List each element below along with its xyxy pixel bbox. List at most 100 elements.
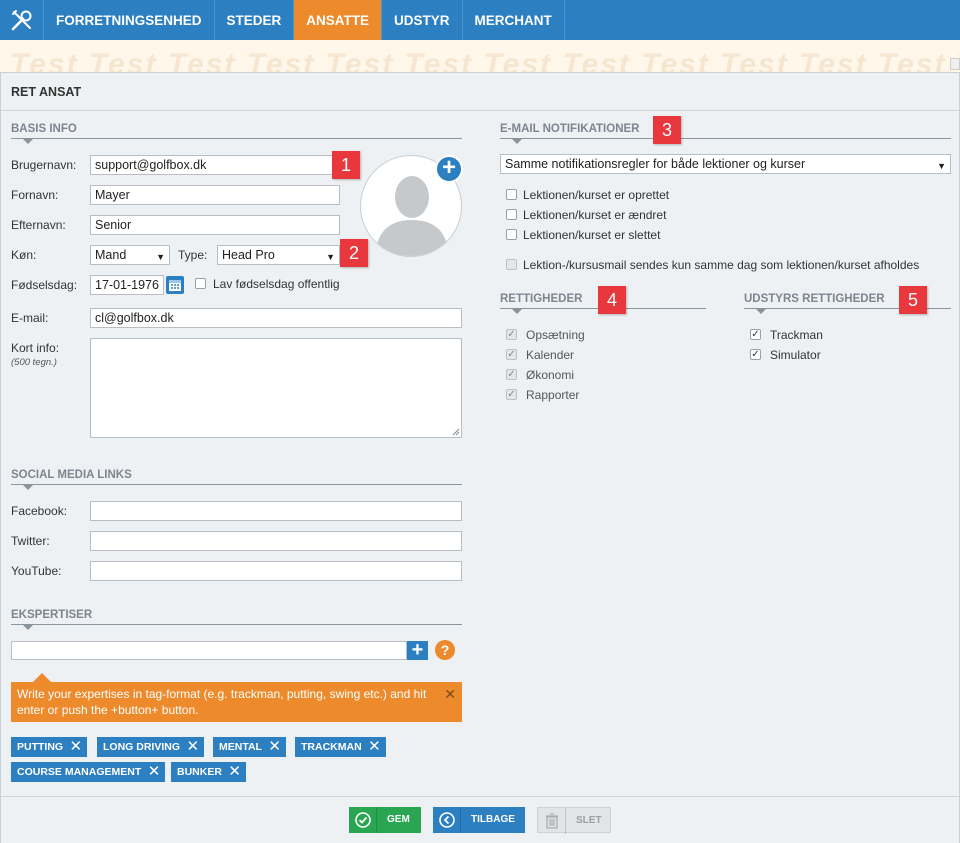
form-footer: GEM TILBAGE SLET	[1, 796, 959, 843]
tag-mental: MENTAL ✕	[213, 737, 286, 757]
birthday-label: Fødselsdag:	[11, 278, 78, 292]
right-calendar-label: Kalender	[526, 348, 575, 362]
email-input[interactable]: cl@golfbox.dk	[90, 308, 462, 328]
shortinfo-label: Kort info:	[11, 341, 60, 355]
expertise-tooltip: Write your expertises in tag-format (e.g…	[11, 673, 462, 722]
gender-label: Køn:	[11, 248, 37, 262]
tag-trackman: TRACKMAN ✕	[295, 737, 386, 757]
remove-tag-icon[interactable]: ✕	[268, 737, 281, 757]
birthday-input[interactable]: 17-01-1976	[90, 275, 164, 295]
same-day-checkbox[interactable]	[506, 259, 517, 270]
notif-created-checkbox[interactable]	[506, 189, 517, 200]
right-reports-label: Rapporter	[526, 388, 580, 402]
lastname-input[interactable]: Senior	[90, 215, 340, 235]
tag-course-management: COURSE MANAGEMENT ✕	[11, 762, 166, 782]
callout-badge-5: 5	[899, 286, 927, 314]
tab-forretningsenhed[interactable]: FORRETNINGSENHED	[44, 0, 215, 40]
tag-putting: PUTTING ✕	[11, 737, 88, 757]
right-setup-checkbox[interactable]: ✓	[506, 329, 517, 340]
callout-badge-2: 2	[340, 239, 368, 267]
add-expertise-button[interactable]: +	[407, 640, 428, 660]
delete-button[interactable]: SLET	[537, 807, 611, 834]
calendar-icon[interactable]	[166, 276, 184, 294]
tag-label: LONG DRIVING	[103, 741, 181, 753]
resize-handle-icon[interactable]	[452, 428, 460, 436]
shortinfo-textarea[interactable]	[90, 338, 462, 438]
remove-tag-icon[interactable]: ✕	[70, 737, 83, 757]
same-day-label: Lektion-/kursusmail sendes kun samme dag…	[523, 258, 920, 272]
notification-rule-select[interactable]: Samme notifikationsregler for både lekti…	[500, 154, 951, 174]
tab-ansatte[interactable]: ANSATTE	[294, 0, 383, 40]
tag-bunker: BUNKER ✕	[171, 762, 246, 782]
tab-merchant[interactable]: MERCHANT	[463, 0, 565, 40]
notif-deleted-label: Lektionen/kurset er slettet	[523, 228, 661, 242]
edit-employee-panel: RET ANSAT BASIS INFO Brugernavn: support…	[0, 72, 960, 843]
tab-udstyr[interactable]: UDSTYR	[382, 0, 463, 40]
callout-badge-4: 4	[598, 286, 626, 314]
save-button[interactable]: GEM	[349, 807, 421, 833]
trash-icon	[538, 808, 566, 834]
public-birthday-checkbox[interactable]	[195, 278, 206, 289]
gender-select[interactable]: Mand ▼	[90, 245, 170, 265]
lastname-label: Efternavn:	[11, 218, 66, 232]
close-icon[interactable]: ✕	[444, 686, 456, 702]
equip-trackman-checkbox[interactable]: ✓	[750, 329, 761, 340]
test-banner: Test Test Test Test Test Test Test Test …	[0, 40, 960, 72]
remove-tag-icon[interactable]: ✕	[148, 762, 161, 782]
caret-down-icon: ▼	[937, 161, 946, 171]
section-social-media: SOCIAL MEDIA LINKS	[11, 469, 462, 490]
remove-tag-icon[interactable]: ✕	[368, 737, 381, 757]
right-economy-checkbox[interactable]: ✓	[506, 369, 517, 380]
tag-label: PUTTING	[17, 741, 64, 753]
tag-label: COURSE MANAGEMENT	[17, 766, 142, 778]
notif-deleted-checkbox[interactable]	[506, 229, 517, 240]
type-select[interactable]: Head Pro ▼	[217, 245, 340, 265]
right-reports-checkbox[interactable]: ✓	[506, 389, 517, 400]
section-expertise: EKSPERTISER	[11, 609, 462, 630]
tag-long-driving: LONG DRIVING ✕	[97, 737, 205, 757]
facebook-label: Facebook:	[11, 504, 68, 518]
chevron-left-circle-icon	[433, 807, 461, 833]
save-label: GEM	[387, 814, 410, 825]
equip-simulator-checkbox[interactable]: ✓	[750, 349, 761, 360]
youtube-input[interactable]	[90, 561, 462, 581]
firstname-input[interactable]: Mayer	[90, 185, 340, 205]
tab-steder[interactable]: STEDER	[215, 0, 295, 40]
caret-down-icon: ▼	[156, 252, 165, 262]
shortinfo-sublabel: (500 tegn.)	[11, 357, 57, 368]
public-birthday-label: Lav fødselsdag offentlig	[213, 277, 340, 291]
notification-rule-value: Samme notifikationsregler for både lekti…	[505, 157, 806, 171]
test-watermark: Test Test Test Test Test Test Test Test …	[10, 48, 960, 72]
facebook-input[interactable]	[90, 501, 462, 521]
username-label: Brugernavn:	[11, 158, 77, 172]
twitter-label: Twitter:	[11, 534, 50, 548]
equip-simulator-label: Simulator	[770, 348, 821, 362]
section-basis-info: BASIS INFO	[11, 123, 462, 144]
add-photo-icon[interactable]: +	[435, 155, 463, 183]
right-calendar-checkbox[interactable]: ✓	[506, 349, 517, 360]
help-icon[interactable]: ?	[435, 640, 455, 660]
notif-created-label: Lektionen/kurset er oprettet	[523, 188, 670, 202]
type-value: Head Pro	[222, 248, 275, 262]
delete-label: SLET	[576, 815, 602, 826]
username-input[interactable]: support@golfbox.dk	[90, 155, 340, 175]
notif-changed-checkbox[interactable]	[506, 209, 517, 220]
caret-down-icon: ▼	[326, 252, 335, 262]
right-economy-label: Økonomi	[526, 368, 575, 382]
tag-label: TRACKMAN	[301, 741, 362, 753]
page-title: RET ANSAT	[1, 73, 959, 111]
type-label: Type:	[178, 248, 208, 262]
expertise-input[interactable]	[11, 641, 407, 660]
remove-tag-icon[interactable]: ✕	[186, 737, 199, 757]
top-nav: FORRETNINGSENHED STEDER ANSATTE UDSTYR M…	[0, 0, 960, 40]
scrollbar-arrow[interactable]	[950, 58, 960, 70]
tag-label: MENTAL	[219, 741, 262, 753]
remove-tag-icon[interactable]: ✕	[228, 762, 241, 782]
tools-icon[interactable]	[0, 0, 44, 40]
firstname-label: Fornavn:	[11, 188, 59, 202]
section-email-notifications: E-MAIL NOTIFIKATIONER	[500, 123, 951, 144]
back-button[interactable]: TILBAGE	[433, 807, 525, 833]
back-label: TILBAGE	[471, 814, 515, 825]
email-label: E-mail:	[11, 311, 49, 325]
twitter-input[interactable]	[90, 531, 462, 551]
